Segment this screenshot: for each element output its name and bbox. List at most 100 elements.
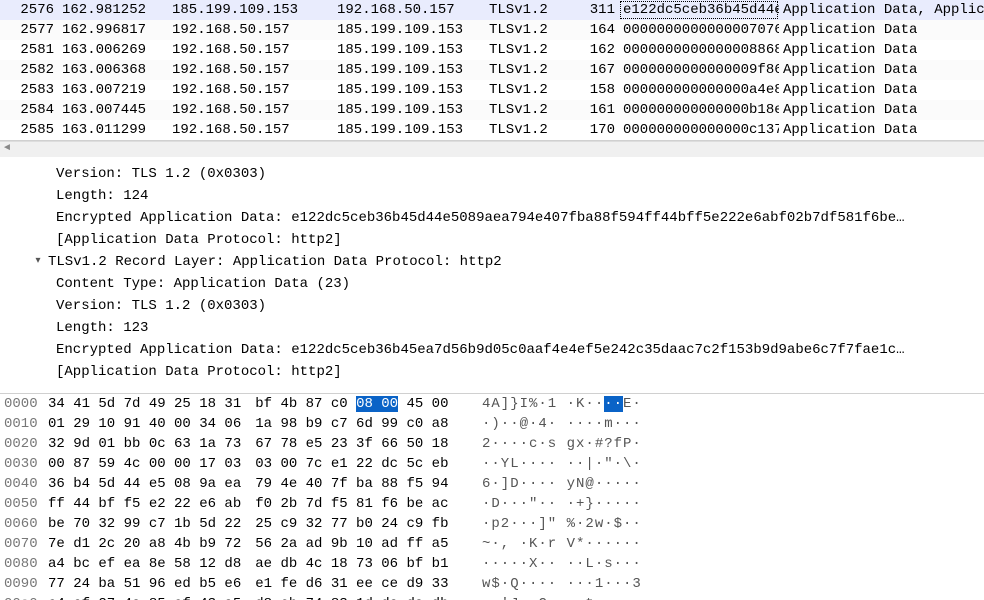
cell-info-a: 000000000000000c137…: [619, 120, 779, 140]
cell-length: 162: [573, 40, 619, 60]
cell-destination: 185.199.109.153: [333, 100, 485, 120]
detail-ctype2[interactable]: Content Type: Application Data (23): [10, 273, 984, 295]
hex-ascii: 6·]D···· yN@·····: [468, 474, 642, 494]
hex-row[interactable]: 00a0c4 cf 27 4a 85 ef 43 a5d8 eb 74 83 1…: [0, 594, 984, 600]
hex-offset: 0090: [0, 574, 48, 594]
hex-row[interactable]: 004036 b4 5d 44 e5 08 9a ea79 4e 40 7f b…: [0, 474, 984, 494]
cell-destination: 185.199.109.153: [333, 20, 485, 40]
cell-info-a: 000000000000000b18e…: [619, 100, 779, 120]
cell-source: 192.168.50.157: [168, 40, 333, 60]
cell-length: 161: [573, 100, 619, 120]
hex-ascii: ·····X·· ··L·s···: [468, 554, 642, 574]
hex-row[interactable]: 0060be 70 32 99 c7 1b 5d 2225 c9 32 77 b…: [0, 514, 984, 534]
cell-info-a: 000000000000000a4e8…: [619, 80, 779, 100]
hex-row[interactable]: 009077 24 ba 51 96 ed b5 e6e1 fe d6 31 e…: [0, 574, 984, 594]
hex-row[interactable]: 003000 87 59 4c 00 00 17 0303 00 7c e1 2…: [0, 454, 984, 474]
packet-row[interactable]: 2581163.006269192.168.50.157185.199.109.…: [0, 40, 984, 60]
cell-protocol: TLSv1.2: [485, 0, 573, 20]
hex-bytes: 34 41 5d 7d 49 25 18 31bf 4b 87 c0 08 00…: [48, 394, 468, 414]
cell-source: 192.168.50.157: [168, 20, 333, 40]
hex-row[interactable]: 002032 9d 01 bb 0c 63 1a 7367 78 e5 23 3…: [0, 434, 984, 454]
hex-ascii: 4A]}I%·1 ·K····E·: [468, 394, 642, 414]
hex-ascii: ·D···"·· ·+}·····: [468, 494, 642, 514]
cell-info-b: Application Data, Applic: [779, 0, 984, 20]
cell-info-a: 0000000000000007076…: [619, 20, 779, 40]
detail-appproto1[interactable]: [Application Data Protocol: http2]: [10, 229, 984, 251]
packet-row[interactable]: 2585163.011299192.168.50.157185.199.109.…: [0, 120, 984, 140]
cell-length: 158: [573, 80, 619, 100]
hex-ascii: w$·Q···· ···1···3: [468, 574, 642, 594]
packet-row[interactable]: 2576162.981252185.199.109.153192.168.50.…: [0, 0, 984, 20]
packet-row[interactable]: 2583163.007219192.168.50.157185.199.109.…: [0, 80, 984, 100]
cell-info-b: Application Data: [779, 40, 984, 60]
caret-down-icon[interactable]: ▾: [30, 251, 46, 273]
cell-info-b: Application Data: [779, 20, 984, 40]
packet-row[interactable]: 2577162.996817192.168.50.157185.199.109.…: [0, 20, 984, 40]
cell-info-a: e122dc5ceb36b45d44e…: [619, 0, 779, 20]
detail-version2[interactable]: Version: TLS 1.2 (0x0303): [10, 295, 984, 317]
cell-time: 163.007219: [58, 80, 168, 100]
cell-time: 162.981252: [58, 0, 168, 20]
hex-bytes: 77 24 ba 51 96 ed b5 e6e1 fe d6 31 ee ce…: [48, 574, 468, 594]
packet-row[interactable]: 2584163.007445192.168.50.157185.199.109.…: [0, 100, 984, 120]
packet-row[interactable]: 2582163.006368192.168.50.157185.199.109.…: [0, 60, 984, 80]
detail-length1[interactable]: Length: 124: [10, 185, 984, 207]
cell-no: 2581: [0, 40, 58, 60]
cell-length: 170: [573, 120, 619, 140]
detail-record2-header[interactable]: ▾ TLSv1.2 Record Layer: Application Data…: [10, 251, 984, 273]
cell-info-b: Application Data: [779, 100, 984, 120]
hex-ascii: ··'J··C· ··t·····: [468, 594, 642, 600]
hex-bytes: be 70 32 99 c7 1b 5d 2225 c9 32 77 b0 24…: [48, 514, 468, 534]
packet-details[interactable]: Version: TLS 1.2 (0x0303) Length: 124 En…: [0, 157, 984, 394]
hex-bytes: a4 bc ef ea 8e 58 12 d8ae db 4c 18 73 06…: [48, 554, 468, 574]
packet-list[interactable]: 2576162.981252185.199.109.153192.168.50.…: [0, 0, 984, 141]
cell-source: 192.168.50.157: [168, 100, 333, 120]
hex-row[interactable]: 0050ff 44 bf f5 e2 22 e6 abf0 2b 7d f5 8…: [0, 494, 984, 514]
packet-list-hscroll[interactable]: [0, 141, 984, 157]
hex-bytes: 00 87 59 4c 00 00 17 0303 00 7c e1 22 dc…: [48, 454, 468, 474]
hex-bytes: 01 29 10 91 40 00 34 061a 98 b9 c7 6d 99…: [48, 414, 468, 434]
hex-offset: 0010: [0, 414, 48, 434]
hex-ascii: ·)··@·4· ····m···: [468, 414, 642, 434]
detail-version1[interactable]: Version: TLS 1.2 (0x0303): [10, 163, 984, 185]
hex-offset: 0000: [0, 394, 48, 414]
cell-source: 192.168.50.157: [168, 60, 333, 80]
hex-offset: 0050: [0, 494, 48, 514]
cell-destination: 185.199.109.153: [333, 40, 485, 60]
detail-length2[interactable]: Length: 123: [10, 317, 984, 339]
hex-row[interactable]: 001001 29 10 91 40 00 34 061a 98 b9 c7 6…: [0, 414, 984, 434]
cell-info-b: Application Data: [779, 120, 984, 140]
cell-time: 163.006269: [58, 40, 168, 60]
hex-bytes: 36 b4 5d 44 e5 08 9a ea79 4e 40 7f ba 88…: [48, 474, 468, 494]
hex-bytes: 7e d1 2c 20 a8 4b b9 7256 2a ad 9b 10 ad…: [48, 534, 468, 554]
detail-appproto2[interactable]: [Application Data Protocol: http2]: [10, 361, 984, 383]
hex-row[interactable]: 000034 41 5d 7d 49 25 18 31bf 4b 87 c0 0…: [0, 394, 984, 414]
cell-source: 185.199.109.153: [168, 0, 333, 20]
cell-info-a: 0000000000000008868…: [619, 40, 779, 60]
cell-time: 163.007445: [58, 100, 168, 120]
hex-row[interactable]: 0080a4 bc ef ea 8e 58 12 d8ae db 4c 18 7…: [0, 554, 984, 574]
detail-encdata2[interactable]: Encrypted Application Data: e122dc5ceb36…: [10, 339, 984, 361]
cell-info-b: Application Data: [779, 60, 984, 80]
hex-offset: 00a0: [0, 594, 48, 600]
hex-offset: 0040: [0, 474, 48, 494]
cell-source: 192.168.50.157: [168, 120, 333, 140]
cell-info-a: 0000000000000009f86…: [619, 60, 779, 80]
hex-pane[interactable]: 000034 41 5d 7d 49 25 18 31bf 4b 87 c0 0…: [0, 394, 984, 600]
hex-offset: 0080: [0, 554, 48, 574]
cell-protocol: TLSv1.2: [485, 100, 573, 120]
hex-row[interactable]: 00707e d1 2c 20 a8 4b b9 7256 2a ad 9b 1…: [0, 534, 984, 554]
cell-no: 2577: [0, 20, 58, 40]
cell-destination: 185.199.109.153: [333, 80, 485, 100]
hex-ascii: ··YL···· ··|·"·\·: [468, 454, 642, 474]
hex-offset: 0070: [0, 534, 48, 554]
hex-bytes: 32 9d 01 bb 0c 63 1a 7367 78 e5 23 3f 66…: [48, 434, 468, 454]
detail-encdata1[interactable]: Encrypted Application Data: e122dc5ceb36…: [10, 207, 984, 229]
cell-length: 311: [573, 0, 619, 20]
cell-destination: 192.168.50.157: [333, 0, 485, 20]
detail-record2-label: TLSv1.2 Record Layer: Application Data P…: [48, 251, 502, 273]
hex-ascii: ~·, ·K·r V*······: [468, 534, 642, 554]
cell-time: 162.996817: [58, 20, 168, 40]
cell-no: 2582: [0, 60, 58, 80]
hex-offset: 0020: [0, 434, 48, 454]
